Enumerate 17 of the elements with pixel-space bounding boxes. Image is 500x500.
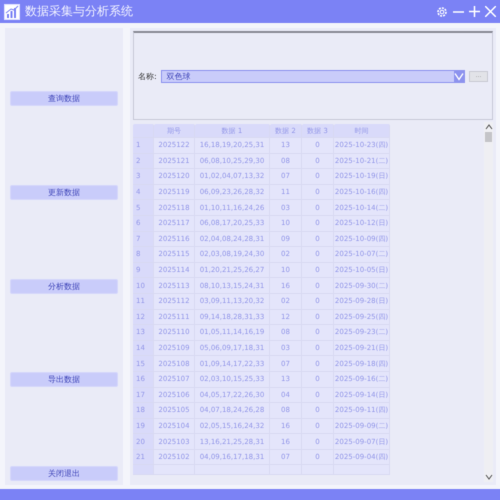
scroll-thumb[interactable] <box>485 132 492 142</box>
sidebar-button[interactable]: 导出数据 <box>10 372 118 388</box>
close-icon[interactable] <box>485 6 496 17</box>
sidebar-button[interactable]: 分析数据 <box>10 278 118 294</box>
chart-icon <box>4 4 20 20</box>
sidebar-button[interactable]: 更新数据 <box>10 184 118 200</box>
name-label: 名称: <box>138 70 157 82</box>
maximize-icon[interactable] <box>469 6 480 17</box>
window-title: 数据采集与分析系统 <box>25 3 133 20</box>
scroll-down-icon[interactable] <box>484 474 492 480</box>
sidebar-button[interactable]: 查询数据 <box>10 91 118 106</box>
sidebar-button[interactable]: 关闭退出 <box>10 466 118 481</box>
scroll-up-icon[interactable] <box>484 124 492 130</box>
settings-icon[interactable] <box>436 6 448 18</box>
scrollbar[interactable] <box>484 122 493 482</box>
caret-icon <box>454 70 464 82</box>
name-dropdown[interactable]: 双色球 <box>160 70 465 82</box>
